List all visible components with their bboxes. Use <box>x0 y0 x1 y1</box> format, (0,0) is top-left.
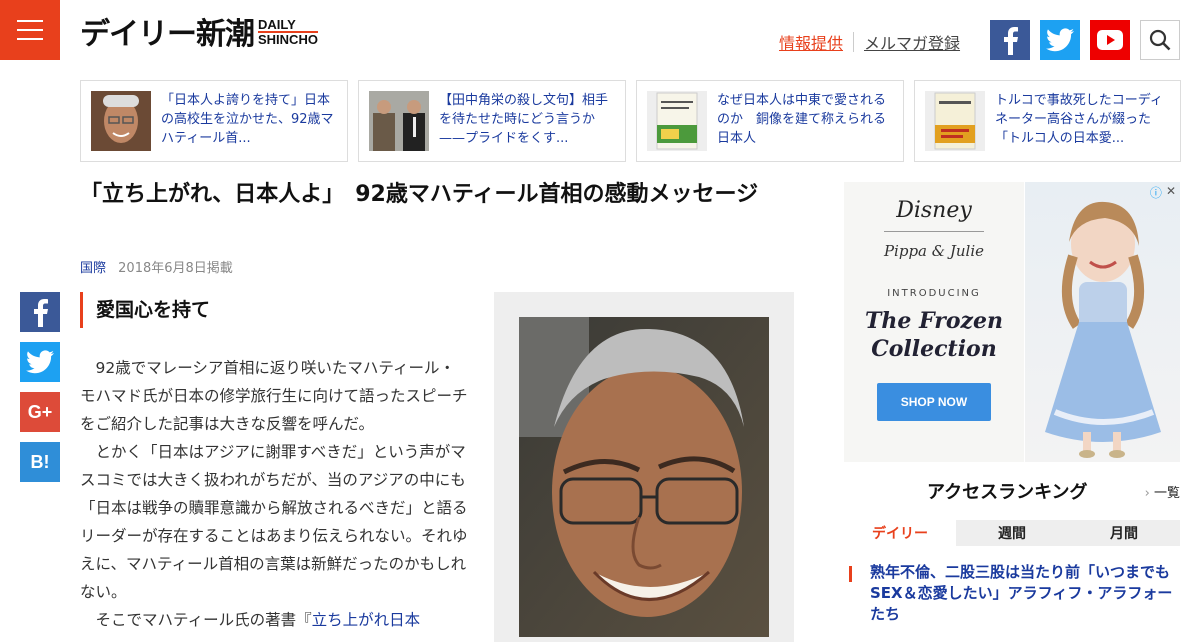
related-article-card[interactable]: トルコで事故死したコーディネーター高谷さんが綴った「トルコ人の日本愛... <box>914 80 1181 162</box>
ad-headline-line: Collection <box>871 336 997 362</box>
article-title: 「立ち上がれ、日本人よ」 92歳マハティール首相の感動メッセージ <box>80 182 759 207</box>
related-article-card[interactable]: 【田中角栄の殺し文句】相手を待たせた時にどう言うか——プライドをくす... <box>358 80 626 162</box>
ad-brand: Disney <box>896 198 972 223</box>
ad-info-icon[interactable]: ⓘ <box>1150 184 1162 201</box>
paragraph: 92歳でマレーシア首相に返り咲いたマハティール・モハマド氏が日本の修学旅行生に向… <box>80 359 468 433</box>
ranking-title: アクセスランキング <box>927 482 1088 503</box>
site-logo[interactable]: デイリー新潮 DAILY SHINCHO <box>80 17 318 53</box>
section-heading: 愛国心を持て <box>80 292 210 328</box>
menu-bar <box>17 20 43 22</box>
search-icon <box>1149 29 1171 51</box>
chevron-right-icon: › <box>1144 486 1154 501</box>
hamburger-menu-button[interactable] <box>0 0 60 60</box>
logo-japanese: デイリー新潮 <box>80 17 255 52</box>
hatena-icon: B! <box>30 451 50 472</box>
related-articles: 「日本人よ誇りを持て」日本の高校生を泣かせた、92歳マハティール首... 【田中… <box>80 80 1181 162</box>
related-title: 【田中角栄の殺し文句】相手を待たせた時にどう言うか——プライドをくす... <box>439 93 609 146</box>
paragraph: とかく「日本はアジアに謝罪すべきだ」という声がマスコミでは大きく扱われがちだが、… <box>80 443 468 601</box>
category-link[interactable]: 国際 <box>80 261 106 276</box>
article-body: 92歳でマレーシア首相に返り咲いたマハティール・モハマド氏が日本の修学旅行生に向… <box>80 354 470 634</box>
article-meta: 国際 2018年6月8日掲載 <box>80 257 233 276</box>
header-social <box>990 20 1130 60</box>
twitter-icon <box>26 350 54 374</box>
gplus-icon: G+ <box>27 401 53 422</box>
ad-headline: The Frozen Collection <box>844 307 1024 363</box>
share-twitter-button[interactable] <box>20 342 60 382</box>
ad-close-icon[interactable]: ✕ <box>1166 184 1176 201</box>
menu-bar <box>17 29 43 31</box>
facebook-button[interactable] <box>990 20 1030 60</box>
related-title: 「日本人よ誇りを持て」日本の高校生を泣かせた、92歳マハティール首... <box>161 93 334 146</box>
advertisement[interactable]: Disney Pippa & Julie INTRODUCING The Fro… <box>844 182 1180 462</box>
article-photo <box>519 317 769 637</box>
share-hatena-button[interactable]: B! <box>20 442 60 482</box>
divider <box>853 32 855 52</box>
related-thumbnail <box>369 91 429 151</box>
related-thumbnail <box>91 91 151 151</box>
related-article-card[interactable]: なぜ日本人は中東で愛されるのか 銅像を建て称えられる日本人 <box>636 80 904 162</box>
ad-headline-line: The Frozen <box>864 308 1003 334</box>
book-link[interactable]: 立ち上がれ日本 <box>312 611 421 629</box>
ranking-tabs: デイリー 週間 月間 <box>844 520 1180 546</box>
ad-image <box>1025 182 1180 462</box>
tab-daily[interactable]: デイリー <box>844 520 956 546</box>
divider <box>884 231 984 232</box>
ad-controls: ⓘ ✕ <box>1150 184 1176 201</box>
related-article-card[interactable]: 「日本人よ誇りを持て」日本の高校生を泣かせた、92歳マハティール首... <box>80 80 348 162</box>
related-title: トルコで事故死したコーディネーター高谷さんが綴った「トルコ人の日本愛... <box>995 93 1163 146</box>
related-thumbnail <box>647 91 707 151</box>
search-button[interactable] <box>1140 20 1180 60</box>
paragraph-text: そこでマハティール氏の著書『 <box>95 611 312 629</box>
related-thumbnail <box>925 91 985 151</box>
youtube-button[interactable] <box>1090 20 1130 60</box>
related-title: なぜ日本人は中東で愛されるのか 銅像を建て称えられる日本人 <box>717 93 887 146</box>
header-links: 情報提供 メルマガ登録 <box>779 30 960 54</box>
share-gplus-button[interactable]: G+ <box>20 392 60 432</box>
menu-bar <box>17 38 43 40</box>
facebook-icon <box>34 299 48 327</box>
youtube-icon <box>1097 30 1123 50</box>
twitter-button[interactable] <box>1040 20 1080 60</box>
ranking-header: アクセスランキング › 一覧 <box>844 478 1180 504</box>
ad-text-panel: Disney Pippa & Julie INTRODUCING The Fro… <box>844 182 1024 462</box>
logo-en-line1: DAILY <box>258 18 318 33</box>
facebook-icon <box>1004 27 1018 55</box>
share-facebook-button[interactable] <box>20 292 60 332</box>
logo-english: DAILY SHINCHO <box>258 18 318 46</box>
info-submission-link[interactable]: 情報提供 <box>779 30 843 54</box>
tab-weekly[interactable]: 週間 <box>956 520 1068 546</box>
tab-monthly[interactable]: 月間 <box>1068 520 1180 546</box>
ad-sub-brand: Pippa & Julie <box>883 242 985 260</box>
ranking-item[interactable]: 熟年不倫、二股三股は当たり前「いつまでもSEX＆恋愛したい」アラフィフ・アラフォ… <box>844 562 1180 625</box>
article-photo-frame <box>494 292 794 642</box>
ranking-all-link[interactable]: › 一覧 <box>1145 482 1180 501</box>
publish-date: 2018年6月8日掲載 <box>118 261 233 276</box>
share-buttons: G+ B! <box>20 292 60 482</box>
twitter-icon <box>1046 28 1074 52</box>
ad-intro: INTRODUCING <box>887 288 981 299</box>
logo-en-line2: SHINCHO <box>258 32 318 47</box>
newsletter-link[interactable]: メルマガ登録 <box>864 30 960 54</box>
ranking-all-label: 一覧 <box>1153 486 1180 501</box>
ad-shop-now-button[interactable]: SHOP NOW <box>877 383 991 421</box>
